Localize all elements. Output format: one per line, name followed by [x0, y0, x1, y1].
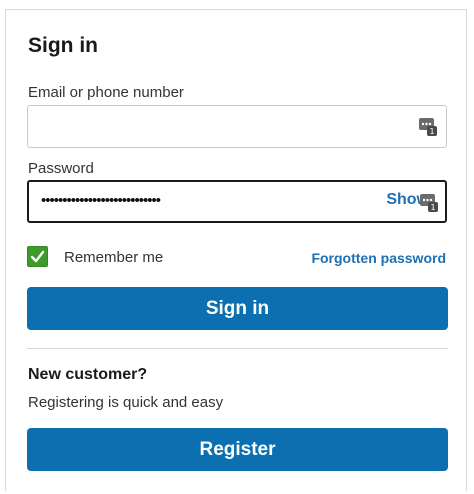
password-manager-icon[interactable]: 1 [419, 118, 437, 136]
email-input[interactable] [40, 106, 390, 147]
sign-in-button[interactable]: Sign in [27, 287, 448, 330]
divider [27, 348, 448, 349]
new-customer-heading: New customer? [28, 366, 148, 383]
register-subtext: Registering is quick and easy [28, 394, 224, 411]
password-manager-icon[interactable]: 1 [420, 194, 438, 212]
checkmark-icon [30, 250, 45, 263]
forgotten-password-link[interactable]: Forgotten password [311, 250, 446, 266]
email-label: Email or phone number [28, 84, 184, 101]
password-input[interactable] [41, 181, 391, 220]
remember-me-checkbox[interactable] [27, 246, 48, 267]
svg-text:1: 1 [430, 203, 435, 212]
email-field[interactable]: 1 [27, 105, 447, 148]
page-title: Sign in [28, 34, 98, 57]
sign-in-card: Sign in Email or phone number 1 Password… [5, 9, 467, 491]
remember-me-label[interactable]: Remember me [64, 249, 163, 266]
svg-text:1: 1 [429, 127, 434, 136]
register-button[interactable]: Register [27, 428, 448, 471]
password-label: Password [28, 160, 94, 177]
password-field[interactable]: Show 1 [27, 180, 447, 223]
